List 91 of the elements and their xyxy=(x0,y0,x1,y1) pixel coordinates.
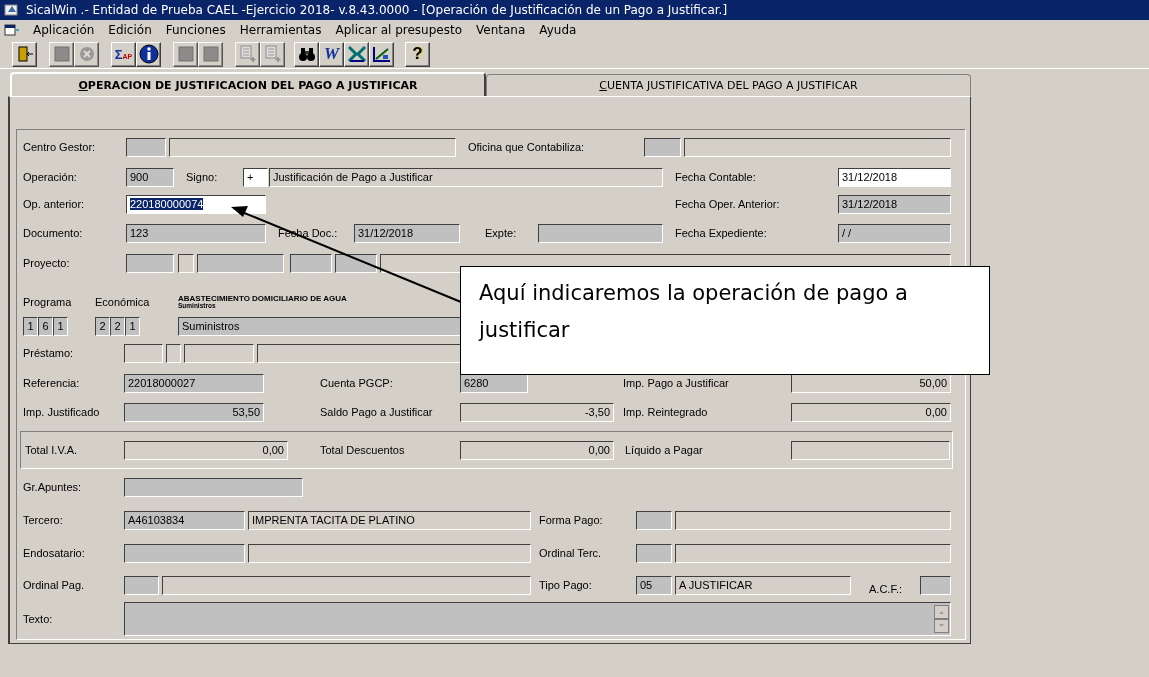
binoculars-icon xyxy=(297,45,316,63)
field-label: Gr.Apuntes: xyxy=(23,481,83,493)
toolbar-excel-button[interactable] xyxy=(344,41,369,67)
text-field[interactable]: 220180000074 xyxy=(126,194,266,214)
add-document-icon xyxy=(238,45,257,63)
text-field[interactable]: 0,00 xyxy=(460,440,614,460)
field-label: Programa xyxy=(23,296,73,308)
field-label: Expte: xyxy=(485,227,518,239)
field-label: Signo: xyxy=(186,171,219,183)
field-label: Referencia: xyxy=(23,377,81,389)
toolbar-info-button[interactable] xyxy=(136,41,161,67)
menu-item[interactable]: Aplicación xyxy=(26,23,102,37)
field-label: Total Descuentos xyxy=(320,444,406,456)
tab[interactable]: OPERACION DE JUSTIFICACION DEL PAGO A JUSTIFICAR xyxy=(10,72,486,96)
square-icon xyxy=(201,45,220,63)
text-field[interactable] xyxy=(684,137,951,157)
cancel-icon xyxy=(77,45,96,63)
text-field[interactable] xyxy=(184,343,254,363)
field-label: Ordinal Terc. xyxy=(539,547,603,559)
text-field[interactable]: 0,00 xyxy=(791,402,951,422)
square-icon xyxy=(176,45,195,63)
field-label: Proyecto: xyxy=(23,257,71,269)
digit-field[interactable]: 6 xyxy=(38,316,53,336)
digit-field[interactable]: 2 xyxy=(95,316,110,336)
field-label: Préstamo: xyxy=(23,347,75,359)
field-label: Tercero: xyxy=(23,514,64,526)
text-field[interactable] xyxy=(162,575,531,595)
annotation-tooltip: Aquí indicaremos la operación de pago a justificar xyxy=(460,266,990,375)
field-label: Total I.V.A. xyxy=(25,444,79,456)
menu-item[interactable]: Herramientas xyxy=(232,23,329,37)
menu-item[interactable]: Ventana xyxy=(469,23,533,37)
text-field[interactable] xyxy=(178,253,194,273)
field-label: Oficina que Contabiliza: xyxy=(468,141,586,153)
menu-item[interactable]: Aplicar al presupesto xyxy=(328,23,469,37)
text-field[interactable] xyxy=(169,137,456,157)
digit-field[interactable]: 1 xyxy=(23,316,38,336)
field-label: Cuenta PGCP: xyxy=(320,377,394,389)
field-label: A.C.F.: xyxy=(869,583,903,595)
document-icon[interactable] xyxy=(4,23,20,37)
field-label: Texto: xyxy=(23,613,54,625)
field-label: Centro Gestor: xyxy=(23,141,97,153)
field-label: Tipo Pago: xyxy=(539,579,593,591)
menu-item[interactable]: Edición xyxy=(101,23,159,37)
text-field[interactable]: 31/12/2018 xyxy=(838,167,951,187)
text-field[interactable] xyxy=(248,543,531,563)
toolbar-help-button[interactable]: ? xyxy=(405,41,430,67)
text-field[interactable]: IMPRENTA TACITA DE PLATINO xyxy=(248,510,531,530)
text-field[interactable] xyxy=(166,343,181,363)
field-label: Op. anterior: xyxy=(23,198,86,210)
field-label: Imp. Reintegrado xyxy=(623,406,709,418)
field-label: Ordinal Pag. xyxy=(23,579,86,591)
tab[interactable]: CUENTA JUSTIFICATIVA DEL PAGO A JUSTIFICAR xyxy=(486,74,971,96)
digit-field[interactable]: 2 xyxy=(110,316,125,336)
text-field[interactable]: A JUSTIFICAR xyxy=(675,575,851,595)
field-label: Forma Pago: xyxy=(539,514,604,526)
text-field[interactable] xyxy=(791,440,950,460)
field-label: Imp. Pago a Justificar xyxy=(623,377,730,389)
field-label: Económica xyxy=(95,296,151,308)
square-icon xyxy=(52,45,71,63)
toolbar-word-button[interactable]: W xyxy=(319,41,344,67)
app-icon xyxy=(4,3,20,17)
text-field[interactable] xyxy=(675,543,951,563)
field-label: Saldo Pago a Justificar xyxy=(320,406,434,418)
text-field[interactable] xyxy=(675,510,951,530)
text-field[interactable] xyxy=(124,343,163,363)
field-label: Imp. Justificado xyxy=(23,406,101,418)
field-label: Fecha Contable: xyxy=(675,171,757,183)
exit-door-icon xyxy=(15,45,34,63)
toolbar-chart-button[interactable] xyxy=(369,41,394,67)
text-field[interactable]: 0,00 xyxy=(124,440,288,460)
spreadsheet-icon xyxy=(346,45,367,63)
chart-icon xyxy=(371,45,392,63)
menu-item[interactable]: Ayuda xyxy=(532,23,584,37)
text-field[interactable]: + xyxy=(243,167,268,187)
field-label: Documento: xyxy=(23,227,84,239)
add-document-icon xyxy=(263,45,282,63)
field-label: Fecha Expediente: xyxy=(675,227,768,239)
text-field[interactable]: Justificación de Pago a Justificar xyxy=(269,167,663,187)
menu-item[interactable]: Funciones xyxy=(158,23,233,37)
account-caption: ABASTECIMIENTO DOMICILIARIO DE AGUA xyxy=(178,294,348,303)
toolbar-exit-button[interactable] xyxy=(12,41,37,67)
field-label: Endosatario: xyxy=(23,547,86,559)
window-title: SicalWin .- Entidad de Prueba CAEL -Ejercicio 2018- v.8.43.0000 - [Operación de Justificación de un Pago a Justificar.] xyxy=(26,3,728,17)
field-label: Operación: xyxy=(23,171,78,183)
digit-field[interactable]: 1 xyxy=(125,316,140,336)
field-label: Fecha Oper. Anterior: xyxy=(675,198,781,210)
info-icon xyxy=(138,44,159,64)
toolbar-binoculars-button[interactable] xyxy=(294,41,319,67)
digit-field[interactable]: 1 xyxy=(53,316,68,336)
text-field[interactable]: -3,50 xyxy=(460,402,614,422)
field-label: Líquido a Pagar xyxy=(625,444,704,456)
